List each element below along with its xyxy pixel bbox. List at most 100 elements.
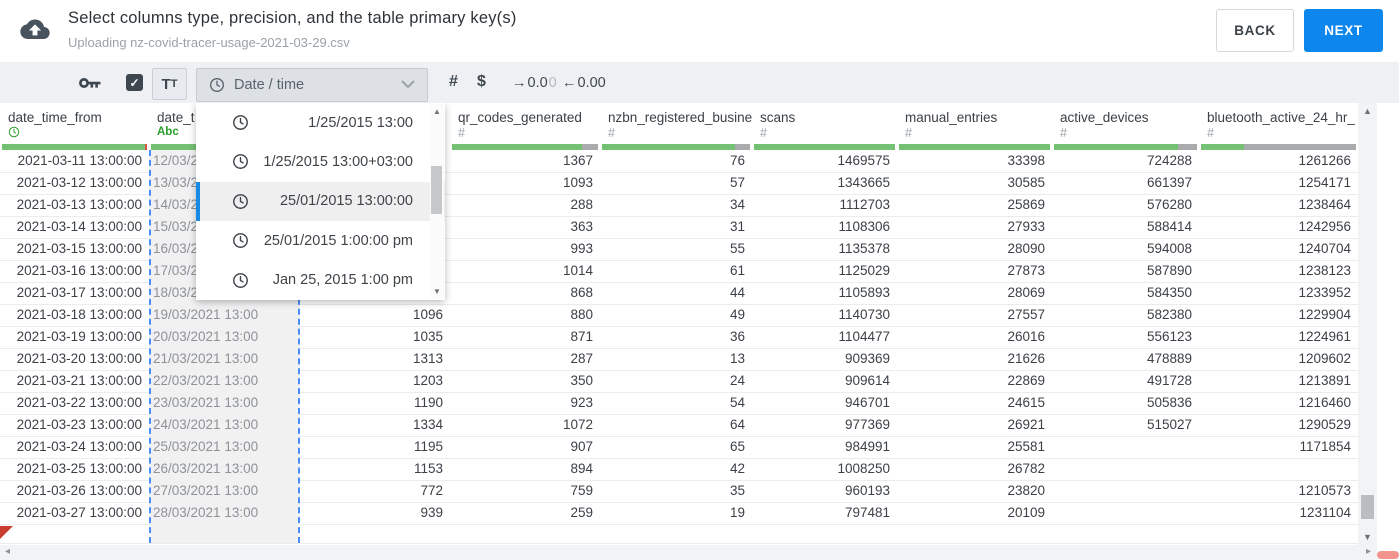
- table-cell[interactable]: 27557: [897, 304, 1052, 326]
- table-cell[interactable]: 2021-03-25 13:00:00: [0, 458, 149, 480]
- scroll-right-icon[interactable]: ▸: [1366, 546, 1371, 557]
- table-cell[interactable]: 287: [450, 348, 600, 370]
- table-cell[interactable]: 1105893: [752, 282, 897, 304]
- table-cell[interactable]: 2021-03-18 13:00:00: [0, 304, 149, 326]
- table-cell[interactable]: 1367: [450, 150, 600, 172]
- table-cell[interactable]: 1254171: [1199, 172, 1358, 194]
- table-cell[interactable]: 25581: [897, 436, 1052, 458]
- scroll-down-icon[interactable]: ▼: [1358, 532, 1377, 542]
- table-cell[interactable]: 54: [600, 392, 752, 414]
- table-cell[interactable]: 26016: [897, 326, 1052, 348]
- table-cell[interactable]: 64: [600, 414, 752, 436]
- table-cell[interactable]: 2021-03-21 13:00:00: [0, 370, 149, 392]
- vertical-scroll-thumb[interactable]: [1361, 495, 1374, 519]
- table-cell[interactable]: 1125029: [752, 260, 897, 282]
- table-cell[interactable]: 923: [450, 392, 600, 414]
- column-header-nzbn_registered_busine[interactable]: nzbn_registered_busine #: [600, 103, 752, 144]
- table-cell[interactable]: 1229904: [1199, 304, 1358, 326]
- table-cell[interactable]: 350: [450, 370, 600, 392]
- table-cell[interactable]: 31: [600, 216, 752, 238]
- table-cell[interactable]: 871: [450, 326, 600, 348]
- table-cell[interactable]: 1290529: [1199, 414, 1358, 436]
- primary-key-icon[interactable]: [78, 75, 102, 96]
- boolean-type-checkbox[interactable]: ✓: [126, 74, 143, 91]
- table-cell[interactable]: [1052, 502, 1199, 524]
- table-cell[interactable]: 1093: [450, 172, 600, 194]
- table-cell[interactable]: 584350: [1052, 282, 1199, 304]
- dropdown-option[interactable]: 25/01/2015 1:00:00 pm: [196, 221, 445, 260]
- table-cell[interactable]: 587890: [1052, 260, 1199, 282]
- table-cell[interactable]: 27933: [897, 216, 1052, 238]
- increase-decimal-button[interactable]: → 0.0 0: [512, 75, 557, 91]
- table-cell[interactable]: 1108306: [752, 216, 897, 238]
- table-cell[interactable]: 2021-03-23 13:00:00: [0, 414, 149, 436]
- column-header-scans[interactable]: scans #: [752, 103, 897, 144]
- table-cell[interactable]: [1199, 458, 1358, 480]
- currency-type-button[interactable]: $: [477, 73, 486, 91]
- table-cell[interactable]: 588414: [1052, 216, 1199, 238]
- table-cell[interactable]: 1210573: [1199, 480, 1358, 502]
- horizontal-scrollbar[interactable]: ◂ ▸: [0, 545, 1377, 560]
- table-cell[interactable]: 582380: [1052, 304, 1199, 326]
- table-cell[interactable]: 42: [600, 458, 752, 480]
- table-cell[interactable]: 2021-03-24 13:00:00: [0, 436, 149, 458]
- table-cell[interactable]: 28/03/2021 13:00: [149, 502, 300, 524]
- table-cell[interactable]: 2021-03-20 13:00:00: [0, 348, 149, 370]
- table-cell[interactable]: 35: [600, 480, 752, 502]
- scroll-up-icon[interactable]: ▲: [430, 107, 444, 116]
- table-cell[interactable]: 19: [600, 502, 752, 524]
- table-cell[interactable]: 23820: [897, 480, 1052, 502]
- table-cell[interactable]: 880: [450, 304, 600, 326]
- dropdown-option-selected[interactable]: 25/01/2015 13:00:00: [196, 181, 445, 222]
- table-cell[interactable]: 26921: [897, 414, 1052, 436]
- table-cell[interactable]: 1153: [300, 458, 450, 480]
- table-cell[interactable]: 2021-03-16 13:00:00: [0, 260, 149, 282]
- text-type-button[interactable]: TT: [152, 68, 187, 100]
- table-cell[interactable]: 76: [600, 150, 752, 172]
- table-cell[interactable]: 1104477: [752, 326, 897, 348]
- table-cell[interactable]: 2021-03-11 13:00:00: [0, 150, 149, 172]
- table-cell[interactable]: 24: [600, 370, 752, 392]
- table-cell[interactable]: 36: [600, 326, 752, 348]
- table-cell[interactable]: 1195: [300, 436, 450, 458]
- table-cell[interactable]: 27873: [897, 260, 1052, 282]
- table-cell[interactable]: 13: [600, 348, 752, 370]
- table-cell[interactable]: 1008250: [752, 458, 897, 480]
- table-cell[interactable]: 22869: [897, 370, 1052, 392]
- table-cell[interactable]: 505836: [1052, 392, 1199, 414]
- table-cell[interactable]: 515027: [1052, 414, 1199, 436]
- table-cell[interactable]: 909614: [752, 370, 897, 392]
- table-cell[interactable]: 1240704: [1199, 238, 1358, 260]
- table-cell[interactable]: 1242956: [1199, 216, 1358, 238]
- table-cell[interactable]: 724288: [1052, 150, 1199, 172]
- table-cell[interactable]: 1238123: [1199, 260, 1358, 282]
- table-cell[interactable]: 21626: [897, 348, 1052, 370]
- table-cell[interactable]: 288: [450, 194, 600, 216]
- table-cell[interactable]: 594008: [1052, 238, 1199, 260]
- table-cell[interactable]: 259: [450, 502, 600, 524]
- table-cell[interactable]: 1014: [450, 260, 600, 282]
- table-cell[interactable]: 1096: [300, 304, 450, 326]
- table-cell[interactable]: 2021-03-19 13:00:00: [0, 326, 149, 348]
- column-header-bluetooth_active_24_hr_[interactable]: bluetooth_active_24_hr_ #: [1199, 103, 1358, 144]
- table-cell[interactable]: 363: [450, 216, 600, 238]
- table-cell[interactable]: 907: [450, 436, 600, 458]
- table-cell[interactable]: 1112703: [752, 194, 897, 216]
- table-cell[interactable]: 2021-03-12 13:00:00: [0, 172, 149, 194]
- column-header-active_devices[interactable]: active_devices #: [1052, 103, 1199, 144]
- table-cell[interactable]: 939: [300, 502, 450, 524]
- table-cell[interactable]: 1233952: [1199, 282, 1358, 304]
- table-cell[interactable]: 1343665: [752, 172, 897, 194]
- table-cell[interactable]: 1224961: [1199, 326, 1358, 348]
- table-cell[interactable]: 984991: [752, 436, 897, 458]
- table-cell[interactable]: 26782: [897, 458, 1052, 480]
- scroll-up-icon[interactable]: ▲: [1358, 106, 1377, 116]
- table-cell[interactable]: 25/03/2021 13:00: [149, 436, 300, 458]
- dropdown-option[interactable]: 1/25/2015 13:00: [196, 103, 445, 142]
- table-cell[interactable]: 22/03/2021 13:00: [149, 370, 300, 392]
- table-cell[interactable]: 2021-03-22 13:00:00: [0, 392, 149, 414]
- table-cell[interactable]: 1072: [450, 414, 600, 436]
- back-button[interactable]: BACK: [1216, 9, 1294, 52]
- table-cell[interactable]: 21/03/2021 13:00: [149, 348, 300, 370]
- table-cell[interactable]: 49: [600, 304, 752, 326]
